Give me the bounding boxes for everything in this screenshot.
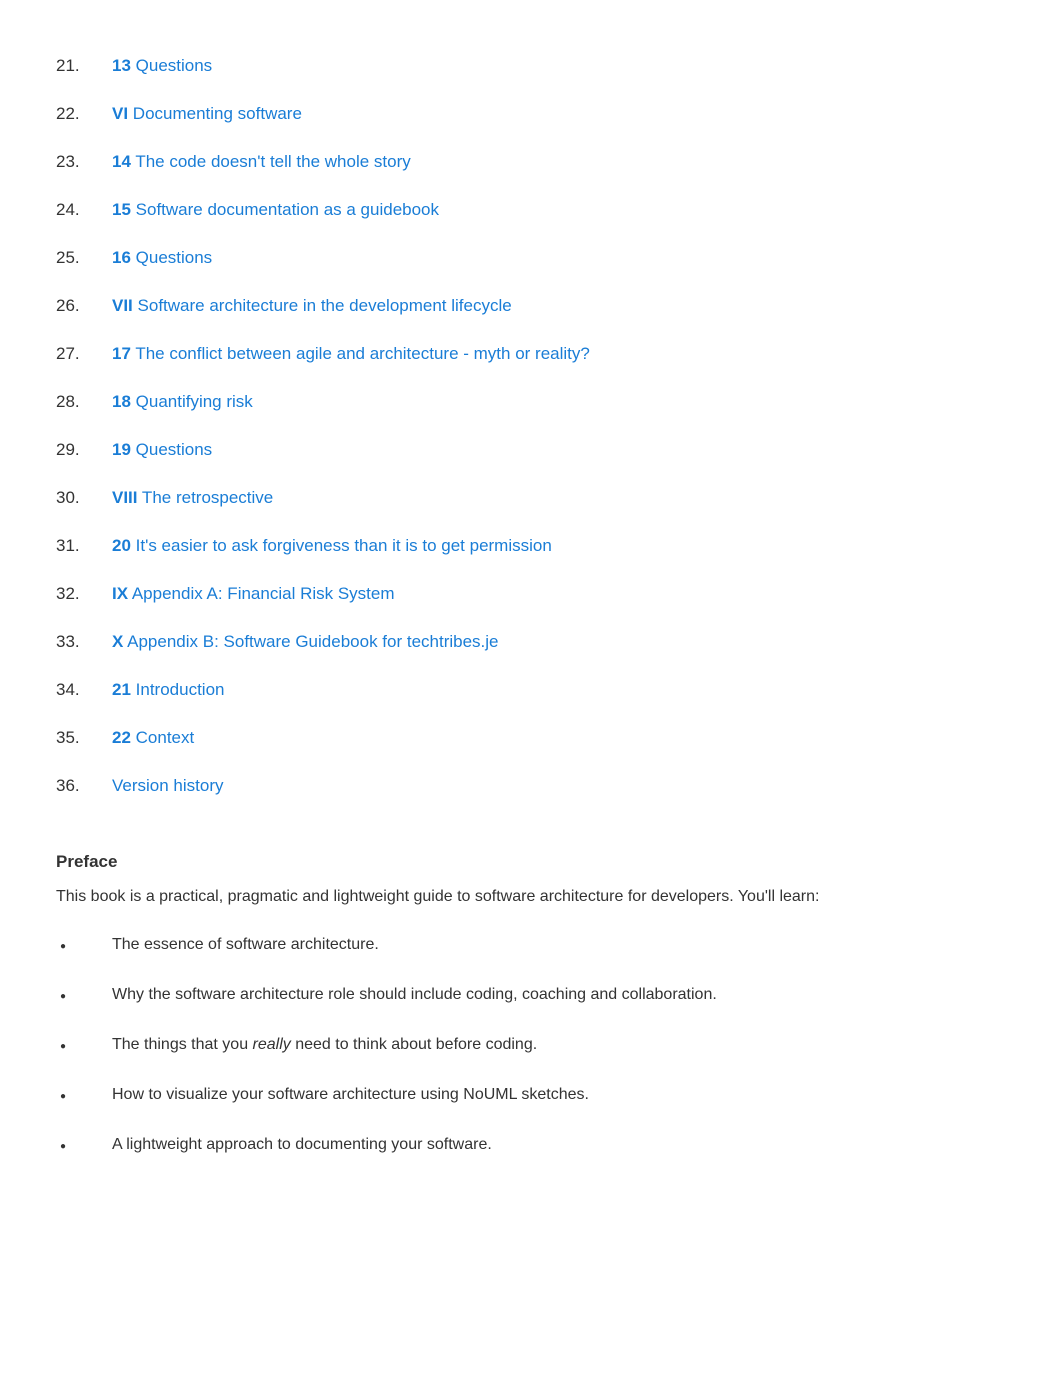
bullet-text: The essence of software architecture. [112, 936, 379, 954]
toc-prefix: VI [112, 104, 128, 123]
table-of-contents: 21.13 Questions 22.VI Documenting softwar… [56, 56, 1006, 796]
toc-title: Questions [131, 56, 212, 75]
toc-title: The conflict between agile and architect… [131, 344, 590, 363]
bullet-text: The things that you really need to think… [112, 1036, 537, 1054]
toc-item: 27.17 The conflict between agile and arc… [56, 344, 1006, 364]
toc-title: Software architecture in the development… [133, 296, 512, 315]
toc-number: 23. [56, 152, 112, 172]
toc-number: 28. [56, 392, 112, 412]
toc-prefix: 21 [112, 680, 131, 699]
toc-link[interactable]: VI Documenting software [112, 104, 302, 124]
toc-item: 34.21 Introduction [56, 680, 1006, 700]
bullet-item: ●The things that you really need to thin… [56, 1036, 1006, 1058]
toc-link[interactable]: 16 Questions [112, 248, 212, 268]
toc-prefix: 13 [112, 56, 131, 75]
bullet-item: ●How to visualize your software architec… [56, 1086, 1006, 1108]
preface-intro: This book is a practical, pragmatic and … [56, 886, 1006, 908]
toc-prefix: 14 [112, 152, 131, 171]
toc-item: 21.13 Questions [56, 56, 1006, 76]
toc-prefix: X [112, 632, 123, 651]
toc-prefix: VIII [112, 488, 138, 507]
toc-link[interactable]: 22 Context [112, 728, 194, 748]
toc-number: 24. [56, 200, 112, 220]
toc-number: 32. [56, 584, 112, 604]
bullet-icon: ● [56, 986, 112, 1008]
toc-number: 35. [56, 728, 112, 748]
toc-item: 29.19 Questions [56, 440, 1006, 460]
toc-title: Appendix B: Software Guidebook for techt… [123, 632, 498, 651]
bullet-item: ●A lightweight approach to documenting y… [56, 1136, 1006, 1158]
bullet-text: Why the software architecture role shoul… [112, 986, 717, 1004]
toc-link[interactable]: 21 Introduction [112, 680, 224, 700]
toc-number: 30. [56, 488, 112, 508]
toc-prefix: VII [112, 296, 133, 315]
bullet-icon: ● [56, 936, 112, 958]
toc-item: 26.VII Software architecture in the deve… [56, 296, 1006, 316]
toc-item: 30.VIII The retrospective [56, 488, 1006, 508]
toc-title: Introduction [131, 680, 225, 699]
toc-number: 21. [56, 56, 112, 76]
toc-number: 34. [56, 680, 112, 700]
toc-title: Version history [112, 776, 224, 795]
toc-title: Quantifying risk [131, 392, 253, 411]
bullet-item: ●The essence of software architecture. [56, 936, 1006, 958]
toc-link[interactable]: 13 Questions [112, 56, 212, 76]
toc-link[interactable]: VII Software architecture in the develop… [112, 296, 512, 316]
toc-prefix: 17 [112, 344, 131, 363]
toc-title: The code doesn't tell the whole story [131, 152, 411, 171]
preface-bullets: ●The essence of software architecture.●W… [56, 936, 1006, 1158]
toc-prefix: 19 [112, 440, 131, 459]
toc-link[interactable]: VIII The retrospective [112, 488, 273, 508]
bullet-item: ●Why the software architecture role shou… [56, 986, 1006, 1008]
preface-heading: Preface [56, 852, 1006, 872]
toc-prefix: 16 [112, 248, 131, 267]
toc-title: Questions [131, 440, 212, 459]
toc-prefix: 22 [112, 728, 131, 747]
toc-item: 33.X Appendix B: Software Guidebook for … [56, 632, 1006, 652]
toc-link[interactable]: 14 The code doesn't tell the whole story [112, 152, 411, 172]
toc-item: 36.Version history [56, 776, 1006, 796]
toc-item: 24.15 Software documentation as a guideb… [56, 200, 1006, 220]
bullet-icon: ● [56, 1036, 112, 1058]
toc-number: 26. [56, 296, 112, 316]
toc-prefix: 15 [112, 200, 131, 219]
toc-title: Software documentation as a guidebook [131, 200, 439, 219]
toc-title: Questions [131, 248, 212, 267]
toc-number: 33. [56, 632, 112, 652]
toc-number: 31. [56, 536, 112, 556]
toc-number: 29. [56, 440, 112, 460]
toc-link[interactable]: 19 Questions [112, 440, 212, 460]
toc-title: Context [131, 728, 194, 747]
toc-prefix: IX [112, 584, 128, 603]
toc-link[interactable]: X Appendix B: Software Guidebook for tec… [112, 632, 499, 652]
toc-link[interactable]: 17 The conflict between agile and archit… [112, 344, 590, 364]
toc-title: It's easier to ask forgiveness than it i… [131, 536, 552, 555]
bullet-text: How to visualize your software architect… [112, 1086, 589, 1104]
toc-number: 25. [56, 248, 112, 268]
toc-number: 22. [56, 104, 112, 124]
toc-item: 25.16 Questions [56, 248, 1006, 268]
toc-item: 32.IX Appendix A: Financial Risk System [56, 584, 1006, 604]
toc-prefix: 18 [112, 392, 131, 411]
toc-item: 35.22 Context [56, 728, 1006, 748]
toc-item: 22.VI Documenting software [56, 104, 1006, 124]
toc-number: 36. [56, 776, 112, 796]
toc-item: 28.18 Quantifying risk [56, 392, 1006, 412]
toc-link[interactable]: IX Appendix A: Financial Risk System [112, 584, 395, 604]
toc-item: 23.14 The code doesn't tell the whole st… [56, 152, 1006, 172]
toc-link[interactable]: 18 Quantifying risk [112, 392, 253, 412]
toc-item: 31.20 It's easier to ask forgiveness tha… [56, 536, 1006, 556]
toc-link[interactable]: 15 Software documentation as a guidebook [112, 200, 439, 220]
bullet-text: A lightweight approach to documenting yo… [112, 1136, 492, 1154]
toc-prefix: 20 [112, 536, 131, 555]
toc-title: The retrospective [138, 488, 274, 507]
bullet-icon: ● [56, 1136, 112, 1158]
toc-title: Appendix A: Financial Risk System [128, 584, 394, 603]
bullet-icon: ● [56, 1086, 112, 1108]
toc-number: 27. [56, 344, 112, 364]
toc-link[interactable]: 20 It's easier to ask forgiveness than i… [112, 536, 552, 556]
toc-title: Documenting software [128, 104, 302, 123]
toc-link[interactable]: Version history [112, 776, 224, 796]
